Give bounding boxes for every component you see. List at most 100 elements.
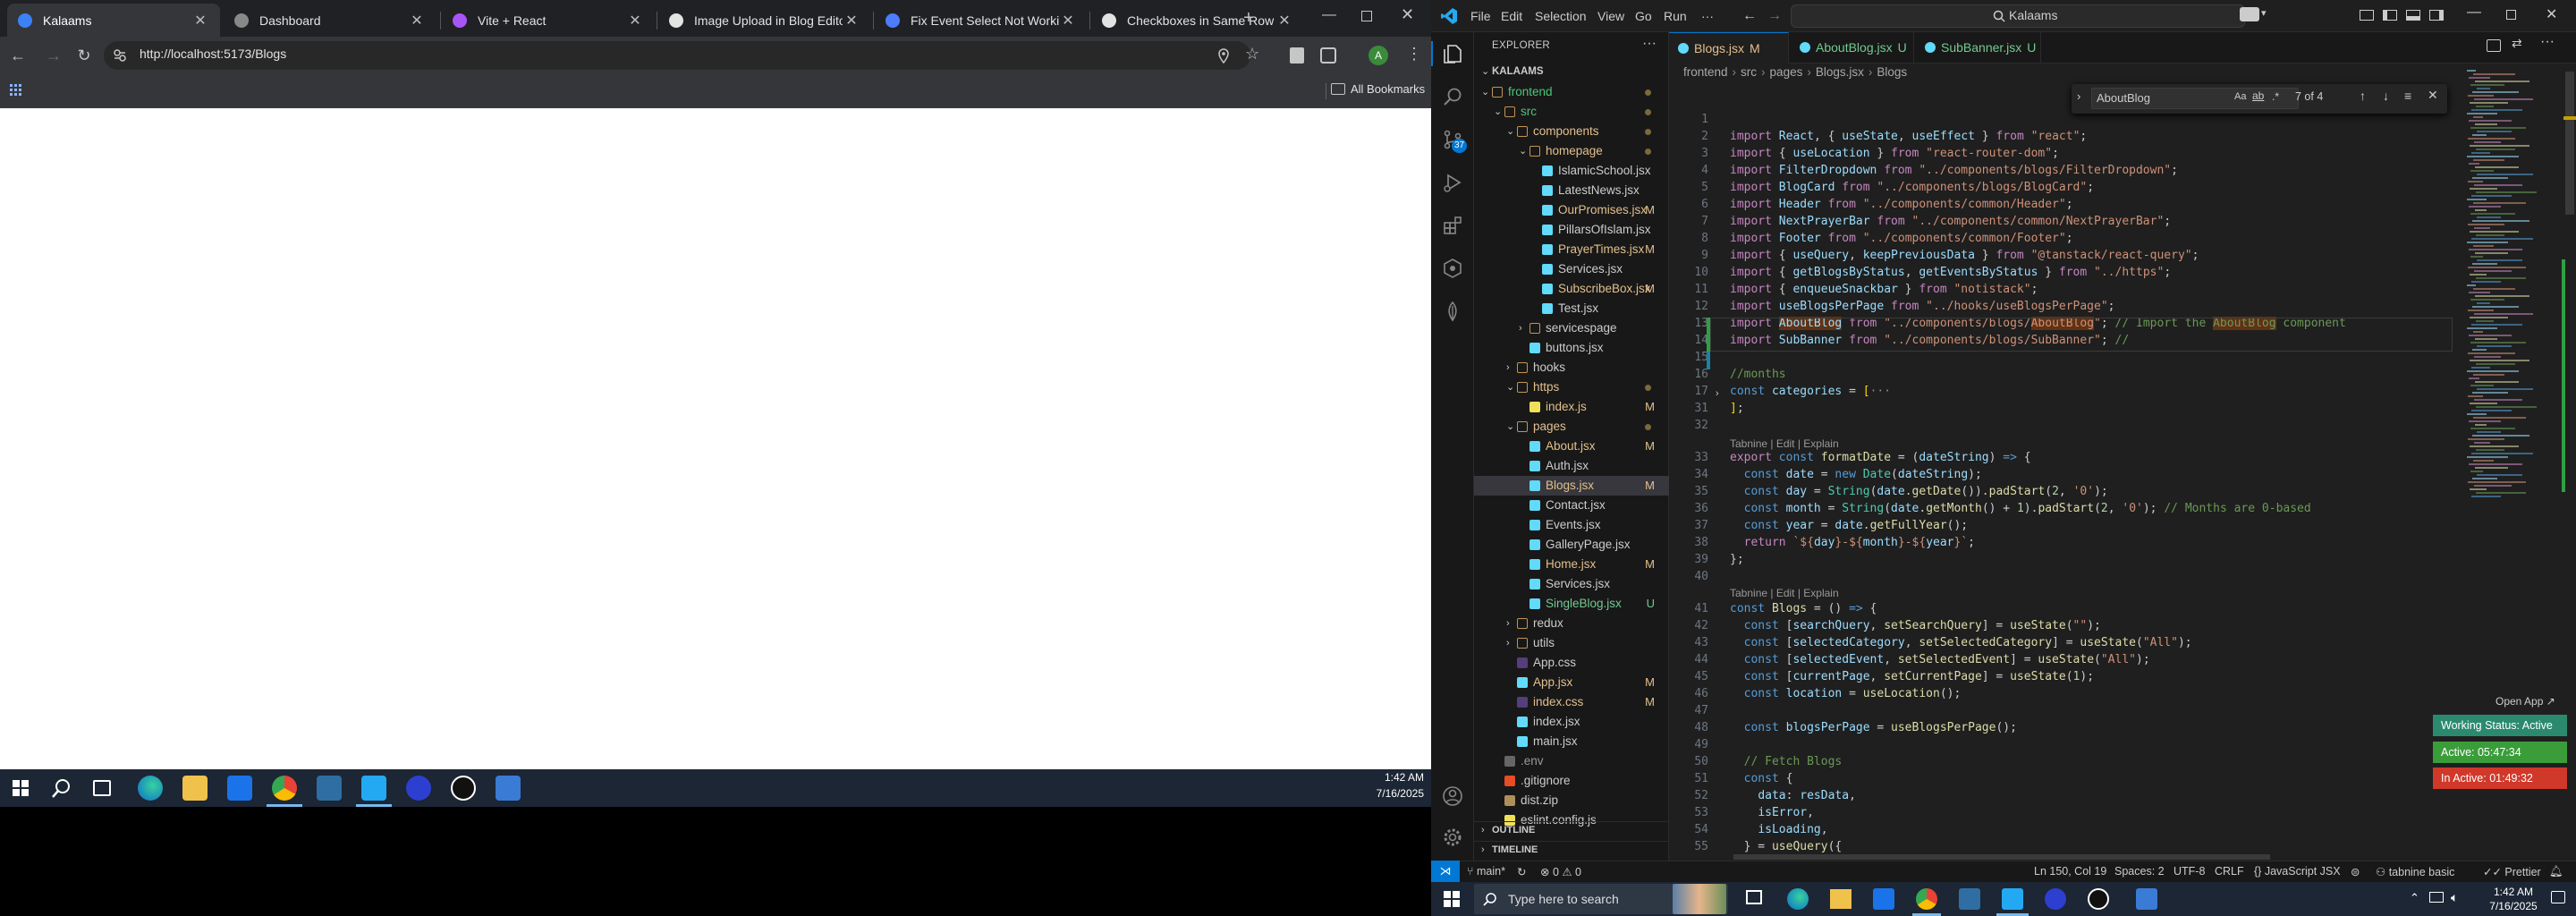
tree-item[interactable]: main.jsx (1474, 732, 1669, 751)
tree-item[interactable]: SubscribeBox.jsx M (1474, 279, 1669, 299)
code-line[interactable]: 36 const month = String(date.getMonth() … (1669, 500, 2456, 517)
code-line[interactable]: 2 import React, { useState, useEffect } f… (1669, 128, 2456, 145)
regex-icon[interactable]: .* (2272, 90, 2279, 103)
layout-toggle-icon[interactable] (2360, 10, 2374, 21)
remote-explorer-icon[interactable] (1442, 258, 1463, 279)
breadcrumb-item[interactable]: frontend (1683, 65, 1728, 79)
match-case-icon[interactable]: Aa (2234, 91, 2246, 102)
indentation[interactable]: Spaces: 2 (2114, 865, 2165, 878)
app-icon[interactable] (317, 776, 342, 801)
tray-chevron-icon[interactable]: ⌃ (2410, 891, 2419, 905)
bell-icon[interactable]: 🔔︎ (2549, 865, 2563, 878)
toggle-secondary-sidebar-icon[interactable] (2429, 10, 2444, 21)
breadcrumb-item[interactable]: pages (1770, 65, 1803, 79)
tree-item[interactable]: GalleryPage.jsx (1474, 535, 1669, 555)
app-icon[interactable] (1959, 888, 1980, 910)
task-view-icon[interactable] (93, 780, 111, 796)
menu-edit[interactable]: Edit (1501, 9, 1522, 23)
remote-indicator-icon[interactable]: ⋊ (1431, 861, 1460, 882)
tree-item[interactable]: IslamicSchool.jsx (1474, 161, 1669, 181)
tree-item[interactable]: index.js M (1474, 397, 1669, 417)
workspace-root[interactable]: KALAAMS (1492, 66, 1544, 77)
copilot-icon[interactable] (2240, 7, 2259, 21)
tab-close-icon[interactable]: ✕ (191, 12, 209, 30)
code-line[interactable]: 35 const day = String(date.getDate()).pa… (1669, 483, 2456, 500)
tree-item[interactable]: ⌄ src (1474, 102, 1669, 122)
search-icon[interactable] (52, 778, 72, 798)
vscode-icon[interactable] (2002, 888, 2023, 910)
tree-item[interactable]: › hooks (1474, 358, 1669, 377)
fold-chevron-icon[interactable]: › (1716, 388, 1719, 399)
tree-item[interactable]: index.jsx (1474, 712, 1669, 732)
vscode-close-icon[interactable]: ✕ (2546, 5, 2557, 23)
minimap[interactable] (2463, 70, 2563, 499)
horizontal-scrollbar[interactable] (1733, 854, 2270, 860)
split-editor-icon[interactable] (2487, 39, 2501, 52)
chrome-tab[interactable]: Checkboxes in Same Row ✕ (1091, 4, 1304, 37)
tree-item[interactable]: ⌄ homepage (1474, 141, 1669, 161)
editor-tab[interactable]: AboutBlog.jsx U (1791, 32, 1914, 64)
code-line[interactable]: 12 import useBlogsPerPage from "../hooks/… (1669, 298, 2456, 315)
code-line[interactable]: 39}; (1669, 551, 2456, 568)
vscode-minimize-icon[interactable]: — (2467, 4, 2481, 21)
toggle-replace-icon[interactable]: › (2077, 89, 2080, 103)
minimize-icon[interactable]: — (1322, 7, 1336, 23)
code-line[interactable]: 9 import { useQuery, keepPreviousData } f… (1669, 247, 2456, 264)
code-line[interactable]: 4 import FilterDropdown from "../componen… (1669, 162, 2456, 179)
encoding[interactable]: UTF-8 (2174, 865, 2205, 878)
menu-more[interactable]: ··· (1701, 9, 1714, 23)
windows-start-icon[interactable] (13, 780, 29, 796)
menu-run[interactable]: Run (1664, 9, 1687, 23)
vscode-icon[interactable] (361, 776, 386, 801)
code-line[interactable]: 42 const [searchQuery, setSearchQuery] =… (1669, 617, 2456, 634)
tree-item[interactable]: index.css M (1474, 692, 1669, 712)
codelens-formatdate[interactable]: Tabnine | Edit | Explain (1730, 437, 1839, 450)
language-mode[interactable]: {} JavaScript JSX (2254, 865, 2341, 878)
line-ending[interactable]: CRLF (2215, 865, 2244, 878)
tree-item[interactable]: buttons.jsx (1474, 338, 1669, 358)
tree-item[interactable]: App.css (1474, 653, 1669, 673)
next-match-icon[interactable]: ↓ (2383, 89, 2389, 103)
store-icon[interactable] (1873, 888, 1894, 910)
tree-item[interactable]: Test.jsx (1474, 299, 1669, 318)
zoom-icon[interactable] (406, 776, 431, 801)
copilot-menu-icon[interactable]: ▾ (2261, 7, 2267, 19)
breadcrumb-item[interactable]: Blogs (1877, 65, 1907, 79)
tree-item[interactable]: Home.jsx M (1474, 555, 1669, 574)
code-line[interactable]: 48 const blogsPerPage = useBlogsPerPage(… (1669, 719, 2456, 736)
code-line[interactable]: 38 return `${day}-${month}-${year}`; (1669, 534, 2456, 551)
open-app-link[interactable]: Open App ↗ (2496, 695, 2555, 708)
new-tab-icon[interactable]: + (1238, 8, 1259, 30)
snipping-tool-icon[interactable] (2136, 888, 2157, 910)
whole-word-icon[interactable]: ab (2252, 89, 2264, 102)
notifications-bell-icon[interactable]: ⊜ (2351, 865, 2360, 878)
code-line[interactable]: 7 import NextPrayerBar from "../component… (1669, 213, 2456, 230)
chrome-tab[interactable]: Vite + React ✕ (442, 4, 655, 37)
code-line[interactable]: 51 const { (1669, 770, 2456, 787)
code-line[interactable]: 3 import { useLocation } from "react-rout… (1669, 145, 2456, 162)
profile-avatar[interactable]: A (1368, 46, 1388, 65)
prettier-status[interactable]: ✓✓ Prettier (2483, 865, 2541, 878)
menu-selection[interactable]: Selection (1535, 9, 1587, 23)
run-debug-icon[interactable] (1442, 172, 1463, 193)
notification-center-icon[interactable] (2551, 891, 2565, 903)
edge-icon[interactable] (138, 776, 163, 801)
code-line[interactable]: 46 const location = useLocation(); (1669, 685, 2456, 702)
location-icon[interactable] (1216, 48, 1231, 64)
snipping-tool-icon[interactable] (496, 776, 521, 801)
tree-item[interactable]: About.jsx M (1474, 437, 1669, 456)
code-line[interactable]: 44 const [selectedEvent, setSelectedEven… (1669, 651, 2456, 668)
menu-go[interactable]: Go (1635, 9, 1652, 23)
tree-item[interactable]: › redux (1474, 614, 1669, 633)
close-find-icon[interactable]: ✕ (2428, 88, 2438, 103)
chrome-tab[interactable]: Kalaams ✕ (7, 4, 220, 37)
accounts-icon[interactable] (1442, 785, 1463, 807)
code-line[interactable]: 6 import Header from "../components/commo… (1669, 196, 2456, 213)
menu-view[interactable]: View (1597, 9, 1624, 23)
code-line[interactable]: 50 // Fetch Blogs (1669, 753, 2456, 770)
editor-tab[interactable]: Blogs.jsx M (1669, 32, 1789, 64)
tree-item[interactable]: .env (1474, 751, 1669, 771)
extensions-icon[interactable] (1442, 215, 1463, 236)
root-chevron-icon[interactable]: ⌄ (1481, 65, 1489, 77)
search-icon[interactable] (1442, 86, 1463, 107)
